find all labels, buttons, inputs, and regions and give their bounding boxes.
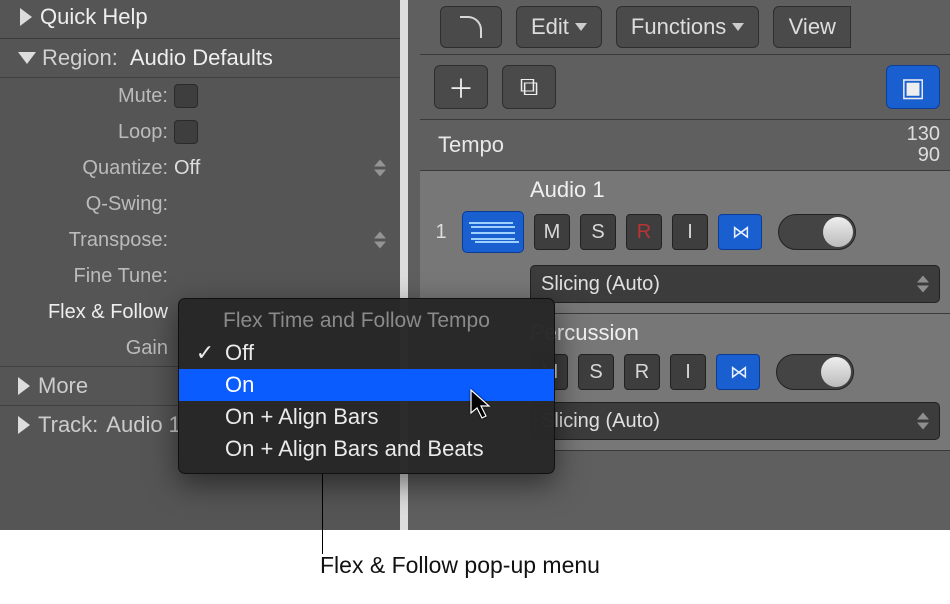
- transpose-label: Transpose:: [0, 229, 174, 252]
- quantize-label: Quantize:: [0, 157, 174, 180]
- input-monitor-button[interactable]: I: [672, 214, 708, 250]
- track-value: Audio 1: [106, 412, 181, 438]
- flex-icon: ⋈: [730, 362, 746, 383]
- quick-help-label: Quick Help: [40, 4, 148, 30]
- chevron-down-icon: [575, 23, 587, 31]
- record-enable-button[interactable]: R: [626, 214, 662, 250]
- loop-label: Loop:: [0, 121, 174, 144]
- picture-toggle-button[interactable]: ▣: [886, 65, 940, 109]
- popup-item-on[interactable]: On: [179, 369, 554, 401]
- checkmark-icon: ✓: [195, 340, 215, 366]
- input-monitor-button[interactable]: I: [670, 354, 706, 390]
- track-number: 1: [430, 221, 452, 244]
- edit-menu[interactable]: Edit: [516, 6, 602, 48]
- more-label: More: [38, 373, 88, 399]
- flexfollow-label: Flex & Follow: [0, 301, 174, 324]
- gain-label: Gain: [0, 337, 174, 360]
- view-label: View: [789, 14, 836, 40]
- flex-mode-select[interactable]: Slicing (Auto): [530, 402, 940, 440]
- mute-label: Mute:: [0, 85, 174, 108]
- tempo-row[interactable]: Tempo 130 90: [420, 120, 950, 171]
- stepper-arrows-icon: [917, 276, 929, 293]
- chevron-down-icon: [732, 23, 744, 31]
- stepper-arrows-icon: [917, 413, 929, 430]
- tempo-top: 130: [907, 124, 940, 145]
- popup-item-align-bars[interactable]: On + Align Bars: [179, 401, 554, 433]
- popup-item-label: On + Align Bars: [225, 404, 378, 430]
- popup-item-label: On + Align Bars and Beats: [225, 436, 484, 462]
- flex-mode-value: Slicing (Auto): [541, 410, 660, 433]
- flex-follow-popup: Flex Time and Follow Tempo ✓ Off On On +…: [178, 298, 555, 474]
- record-enable-button[interactable]: R: [624, 354, 660, 390]
- mute-button[interactable]: M: [534, 214, 570, 250]
- plus-icon: ＋: [448, 69, 474, 106]
- add-track-button[interactable]: ＋: [434, 65, 488, 109]
- edit-label: Edit: [531, 14, 569, 40]
- track-toggle[interactable]: [778, 214, 856, 250]
- tempo-label: Tempo: [438, 132, 504, 158]
- track-name[interactable]: Audio 1: [420, 171, 950, 207]
- curve-icon: [460, 16, 482, 38]
- tempo-bottom: 90: [907, 145, 940, 166]
- stepper-arrows-icon[interactable]: [374, 232, 386, 249]
- quick-help-header[interactable]: Quick Help: [0, 0, 400, 39]
- toolbar-row2: ＋ ⧉ ▣: [420, 55, 950, 120]
- region-label: Region:: [42, 45, 118, 71]
- popup-title: Flex Time and Follow Tempo: [179, 305, 554, 337]
- flex-button[interactable]: ⋈: [718, 214, 762, 250]
- picture-icon: ▣: [901, 72, 926, 103]
- chevron-down-icon: [18, 52, 36, 64]
- toolbar: Edit Functions View: [420, 0, 950, 55]
- view-menu[interactable]: View: [773, 6, 851, 48]
- track-strip: Audio 1 1 M S R I ⋈ Slicing (Auto): [420, 171, 950, 314]
- popup-item-label: Off: [225, 340, 254, 366]
- flex-button[interactable]: ⋈: [716, 354, 760, 390]
- annotation-line: [322, 472, 323, 554]
- solo-button[interactable]: S: [578, 354, 614, 390]
- qswing-label: Q-Swing:: [0, 193, 174, 216]
- qswing-row[interactable]: Q-Swing:: [0, 186, 400, 222]
- flex-mode-value: Slicing (Auto): [541, 273, 660, 296]
- popup-item-align-bars-beats[interactable]: On + Align Bars and Beats: [179, 433, 554, 465]
- functions-label: Functions: [631, 14, 726, 40]
- track-toggle[interactable]: [776, 354, 854, 390]
- quantize-value: Off: [174, 157, 200, 180]
- region-value: Audio Defaults: [130, 45, 273, 71]
- flex-mode-select[interactable]: Slicing (Auto): [530, 265, 940, 303]
- transpose-row[interactable]: Transpose:: [0, 222, 400, 258]
- chevron-right-icon: [20, 8, 32, 26]
- mute-row: Mute:: [0, 78, 400, 114]
- loop-row: Loop:: [0, 114, 400, 150]
- chevron-right-icon: [18, 416, 30, 434]
- flex-icon: ⋈: [732, 222, 748, 243]
- quantize-row[interactable]: Quantize: Off: [0, 150, 400, 186]
- track-label: Track:: [38, 412, 98, 438]
- chevron-right-icon: [18, 377, 30, 395]
- finetune-label: Fine Tune:: [0, 265, 174, 288]
- duplicate-track-button[interactable]: ⧉: [502, 65, 556, 109]
- loop-checkbox[interactable]: [174, 120, 198, 144]
- stepper-arrows-icon[interactable]: [374, 160, 386, 177]
- popup-item-off[interactable]: ✓ Off: [179, 337, 554, 369]
- solo-button[interactable]: S: [580, 214, 616, 250]
- functions-menu[interactable]: Functions: [616, 6, 759, 48]
- automation-curve-button[interactable]: [440, 6, 502, 48]
- mute-checkbox[interactable]: [174, 84, 198, 108]
- annotation-label: Flex & Follow pop-up menu: [320, 552, 600, 579]
- waveform-icon[interactable]: [462, 211, 524, 253]
- region-section-header[interactable]: Region: Audio Defaults: [0, 39, 400, 78]
- duplicate-icon: ⧉: [520, 71, 539, 103]
- popup-item-label: On: [225, 372, 254, 398]
- finetune-row[interactable]: Fine Tune:: [0, 258, 400, 294]
